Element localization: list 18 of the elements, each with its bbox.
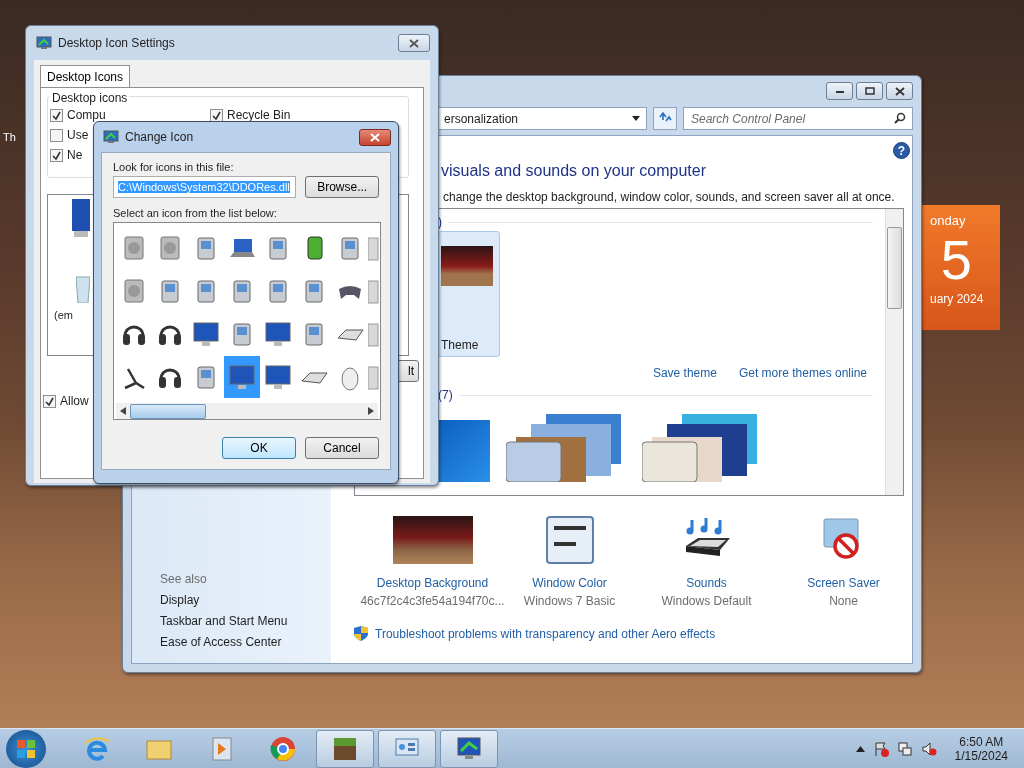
window-title: Desktop Icon Settings	[58, 36, 175, 50]
setting-value: Windows Default	[661, 594, 752, 608]
see-also-heading: See also	[160, 572, 208, 586]
calendar-month: uary 2024	[929, 292, 984, 306]
file-label: Look for icons in this file:	[113, 161, 235, 173]
list-label: Select an icon from the list below:	[113, 207, 278, 219]
page-heading: visuals and sounds on your computer	[441, 162, 708, 180]
desktop-icon-label: Th	[3, 131, 16, 143]
theme-group-heading: (7)	[438, 388, 453, 402]
group-label: Desktop icons	[50, 91, 130, 105]
icon-caption: (em	[54, 309, 73, 321]
page-description: change the desktop background, window color, sounds, and screen saver all at once.	[443, 190, 896, 204]
calendar-date: 5	[940, 228, 973, 292]
setting-value: 46c7f2c4c3fe54a194f70c...	[360, 594, 505, 608]
setting-value: None	[829, 594, 858, 608]
dialog-title: Change Icon	[125, 130, 194, 144]
calendar-day: onday	[908, 213, 966, 228]
setting-value: Windows 7 Basic	[523, 594, 616, 608]
